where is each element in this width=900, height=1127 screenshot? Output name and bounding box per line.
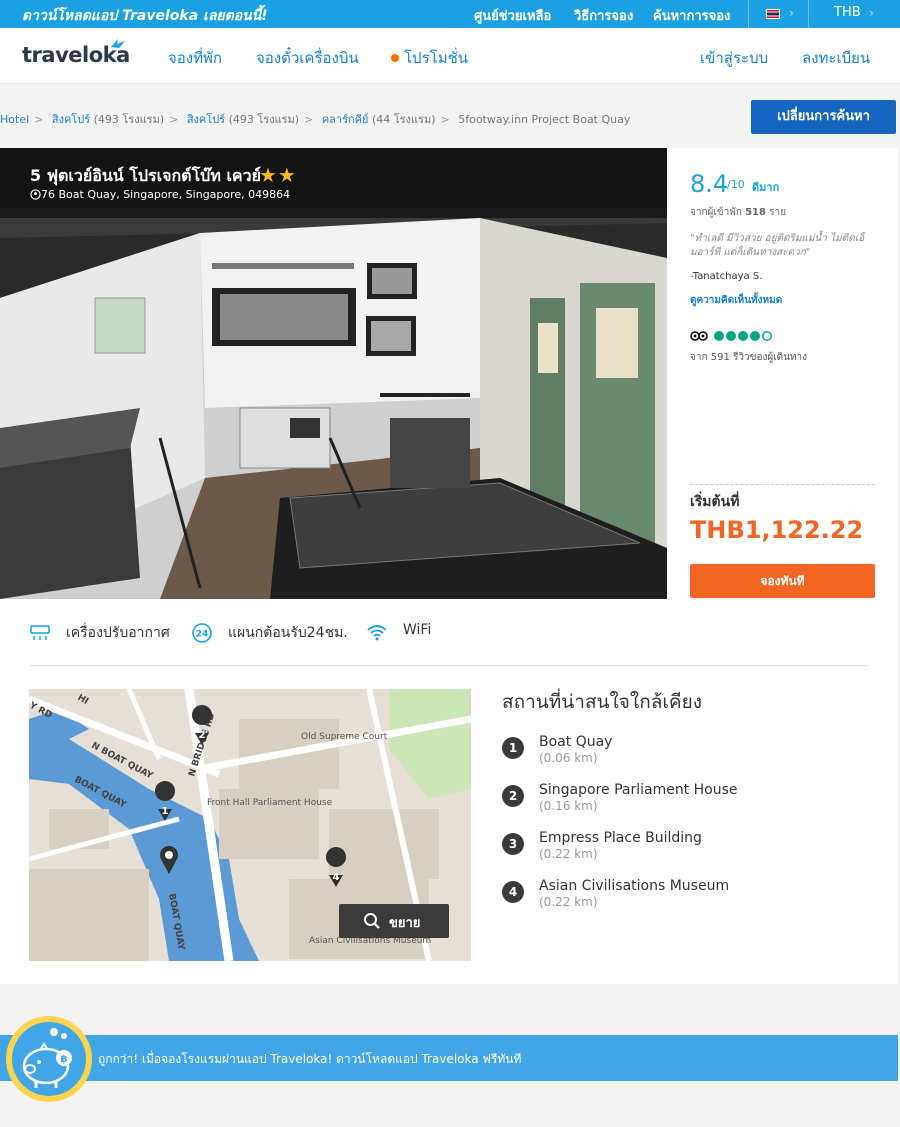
map-label: Old Supreme Court <box>301 732 388 742</box>
svg-text:฿: ฿ <box>61 1054 68 1065</box>
nav-flights-link[interactable]: จองตั๋วเครื่องบิน <box>256 46 359 70</box>
hotel-address: 76 Boat Quay, Singapore, Singapore, 0498… <box>30 188 290 201</box>
enlarge-label: ขยาย <box>389 916 421 931</box>
promo-dot-icon <box>391 54 399 62</box>
tripadvisor-rating <box>690 328 776 347</box>
nearby-title: สถานที่น่าสนใจใกล้เคียง <box>502 691 702 713</box>
svg-text:2: 2 <box>199 730 206 741</box>
top-bar: ดาวน์โหลดแอป Traveloka เลยตอนนี้! ศูนย์ช… <box>0 0 900 28</box>
review-quote: "ทำเลดี มีวิวสวย อยู่ติดริมแม่น้ำ ไม่ติด… <box>690 233 865 258</box>
book-now-button[interactable]: จองทันที <box>690 564 875 598</box>
nav-hotels-link[interactable]: จองที่พัก <box>168 46 222 70</box>
divider <box>29 665 868 666</box>
air-conditioner-icon <box>30 625 50 640</box>
breadcrumb-hotel[interactable]: Hotel <box>0 113 29 126</box>
breadcrumb: Hotel > สิงคโปร์ (493 โรงแรม) > สิงคโปร์ (… <box>0 113 631 126</box>
enlarge-map-button[interactable]: ขยาย <box>339 904 449 938</box>
nearby-distance: (0.22 km) <box>539 847 598 861</box>
all-reviews-link[interactable]: ดูความคิดเห็นทั้งหมด <box>690 293 782 308</box>
number-badge-icon: 4 <box>502 881 524 903</box>
main-nav: traveloka จองที่พัก จองตั๋วเครื่องบิน โป… <box>0 28 900 84</box>
number-badge-icon: 1 <box>502 737 524 759</box>
address-text: 76 Boat Quay, Singapore, Singapore, 0498… <box>41 188 291 201</box>
hotel-name: 5 ฟุตเวย์อินน์ โปรเจกต์โบ๊ท เควย์ <box>30 166 261 185</box>
nearby-name: Boat Quay <box>539 734 613 750</box>
piggy-bank-icon: ฿ <box>6 1016 92 1102</box>
amenity-ac-label: เครื่องปรับอากาศ <box>66 625 170 641</box>
change-search-button[interactable]: เปลี่ยนการค้นหา <box>751 100 896 134</box>
divider <box>748 0 749 28</box>
hotel-card: 5 ฟุตเวย์อินน์ โปรเจกต์โบ๊ท เควย์ ★★ 76 … <box>0 148 898 984</box>
divider <box>808 0 809 28</box>
location-map[interactable]: N BOAT QUAY BOAT QUAY N BRIDGE RD Old Su… <box>29 689 471 961</box>
nearby-name: Empress Place Building <box>539 830 702 846</box>
map-label: Front Hall Parliament House <box>207 798 333 808</box>
currency-selector[interactable]: THB <box>834 5 861 20</box>
thailand-flag-icon[interactable] <box>766 9 780 19</box>
search-icon <box>364 913 380 929</box>
register-link[interactable]: ลงทะเบียน <box>802 46 870 70</box>
review-word: ดีมาก <box>752 181 780 194</box>
start-from-label: เริ่มต้นที่ <box>690 494 740 510</box>
number-badge-icon: 2 <box>502 785 524 807</box>
divider <box>690 484 875 485</box>
app-download-banner[interactable]: ถูกกว่า! เมื่อจองโรงแรมผ่านแอป Traveloka… <box>0 1035 898 1081</box>
amenity-24h-label: แผนกต้อนรับ24ชม. <box>228 625 348 641</box>
svg-text:4: 4 <box>333 872 340 883</box>
wifi-icon <box>367 625 387 641</box>
number-badge-icon: 3 <box>502 833 524 855</box>
nav-promotions-link[interactable]: โปรโมชั่น <box>404 46 468 70</box>
chevron-right-icon: › <box>869 6 874 20</box>
price-value: THB1,122.22 <box>690 516 864 544</box>
review-author: -Tanatchaya S. <box>690 271 763 282</box>
app-download-link[interactable]: ดาวน์โหลดแอป Traveloka เลยตอนนี้! <box>22 5 268 27</box>
24-hour-icon: 24 <box>192 623 212 643</box>
svg-text:1: 1 <box>162 806 169 817</box>
nearby-name: Singapore Parliament House <box>539 782 738 798</box>
nearby-distance: (0.16 km) <box>539 799 598 813</box>
nearby-distance: (0.22 km) <box>539 895 598 909</box>
room-interior-image <box>0 148 667 599</box>
svg-text:24: 24 <box>196 630 209 640</box>
review-out-of: /10 <box>727 178 745 191</box>
help-center-link[interactable]: ศูนย์ช่วยเหลือ <box>474 5 551 26</box>
chevron-right-icon: › <box>789 6 794 20</box>
nearby-distance: (0.06 km) <box>539 751 598 765</box>
amenity-wifi-label: WiFi <box>403 622 432 638</box>
login-link[interactable]: เข้าสู่ระบบ <box>700 46 768 70</box>
find-booking-link[interactable]: ค้นหาการจอง <box>653 5 730 26</box>
tripadvisor-owl-icon <box>690 330 772 342</box>
breadcrumb-current: 5footway.inn Project Boat Quay <box>458 113 631 126</box>
breadcrumb-singapore[interactable]: สิงคโปร์ <box>52 113 90 126</box>
hotel-photo[interactable]: 5 ฟุตเวย์อินน์ โปรเจกต์โบ๊ท เควย์ ★★ 76 … <box>0 148 667 599</box>
breadcrumb-clarke-quay[interactable]: คลาร์กคีย์ <box>322 113 369 126</box>
how-to-book-link[interactable]: วิธีการจอง <box>574 5 633 26</box>
location-pin-icon <box>30 189 41 200</box>
tripadvisor-count: จาก 591 รีวิวของผู้เดินทาง <box>690 352 808 363</box>
star-rating-icon: ★★ <box>259 163 297 187</box>
review-score: 8.4 <box>690 170 729 198</box>
review-count: จากผู้เข้าพัก 518 ราย <box>690 207 787 218</box>
nearby-name: Asian Civilisations Museum <box>539 878 730 894</box>
breadcrumb-singapore-city[interactable]: สิงคโปร์ <box>187 113 225 126</box>
bird-logo-icon <box>111 39 125 48</box>
banner-text: ถูกกว่า! เมื่อจองโรงแรมผ่านแอป Traveloka… <box>98 1052 522 1066</box>
